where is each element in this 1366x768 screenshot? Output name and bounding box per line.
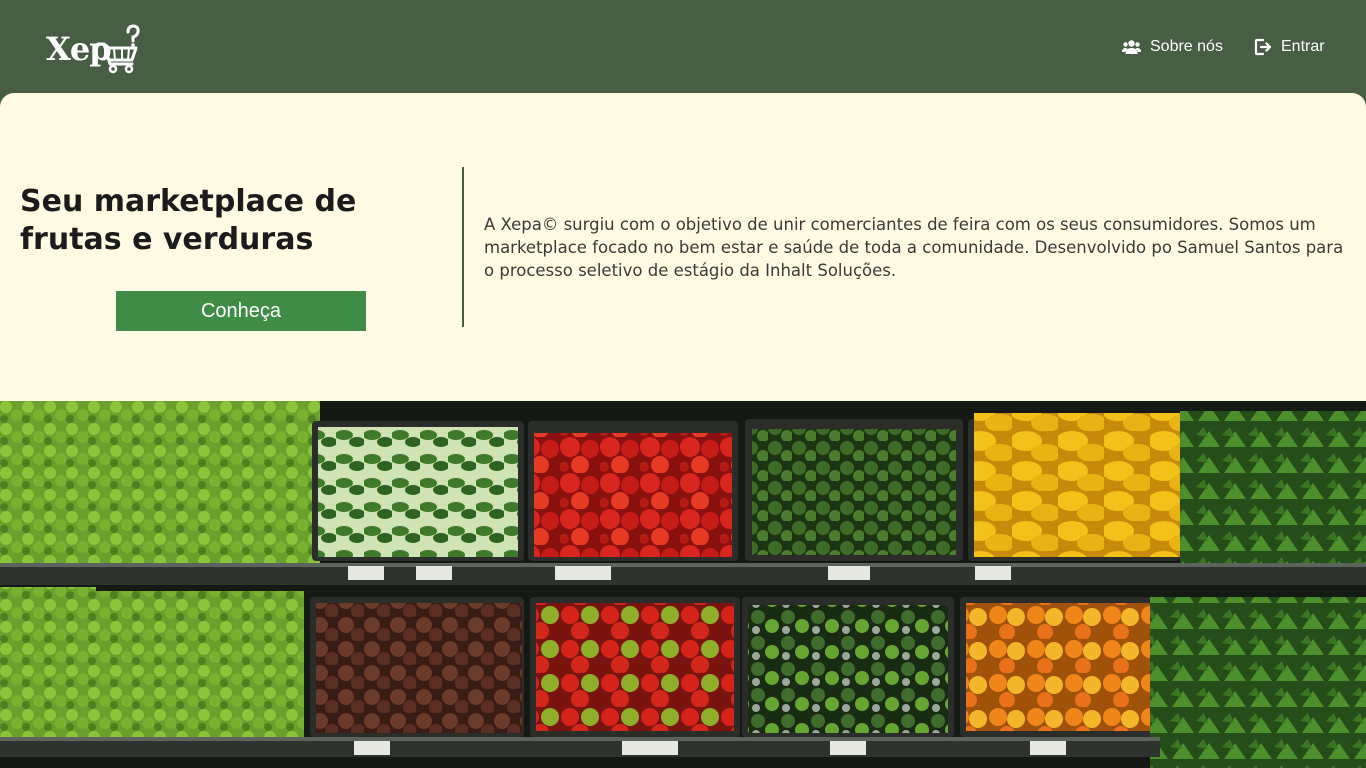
sign-in-icon bbox=[1254, 38, 1272, 56]
nav-login-label: Entrar bbox=[1281, 38, 1325, 55]
nav-about-link[interactable]: Sobre nós bbox=[1122, 36, 1223, 58]
navbar: Xep Sobre nós Entrar bbox=[0, 0, 1366, 93]
logo[interactable]: Xep bbox=[46, 24, 146, 76]
hero-divider bbox=[462, 167, 464, 327]
hero-section: Seu marketplace de frutas e verduras Con… bbox=[0, 93, 1366, 401]
hero-description: A Xepa© surgiu com o objetivo de unir co… bbox=[484, 215, 1344, 280]
users-icon bbox=[1122, 40, 1141, 54]
cart-question-icon bbox=[96, 24, 140, 74]
nav-login-link[interactable]: Entrar bbox=[1254, 36, 1325, 58]
hero-title: Seu marketplace de frutas e verduras bbox=[20, 184, 357, 257]
discover-button[interactable]: Conheça bbox=[116, 291, 366, 331]
produce-shelf-image bbox=[0, 401, 1366, 768]
produce-photo bbox=[0, 401, 1366, 768]
nav-about-label: Sobre nós bbox=[1150, 38, 1223, 55]
